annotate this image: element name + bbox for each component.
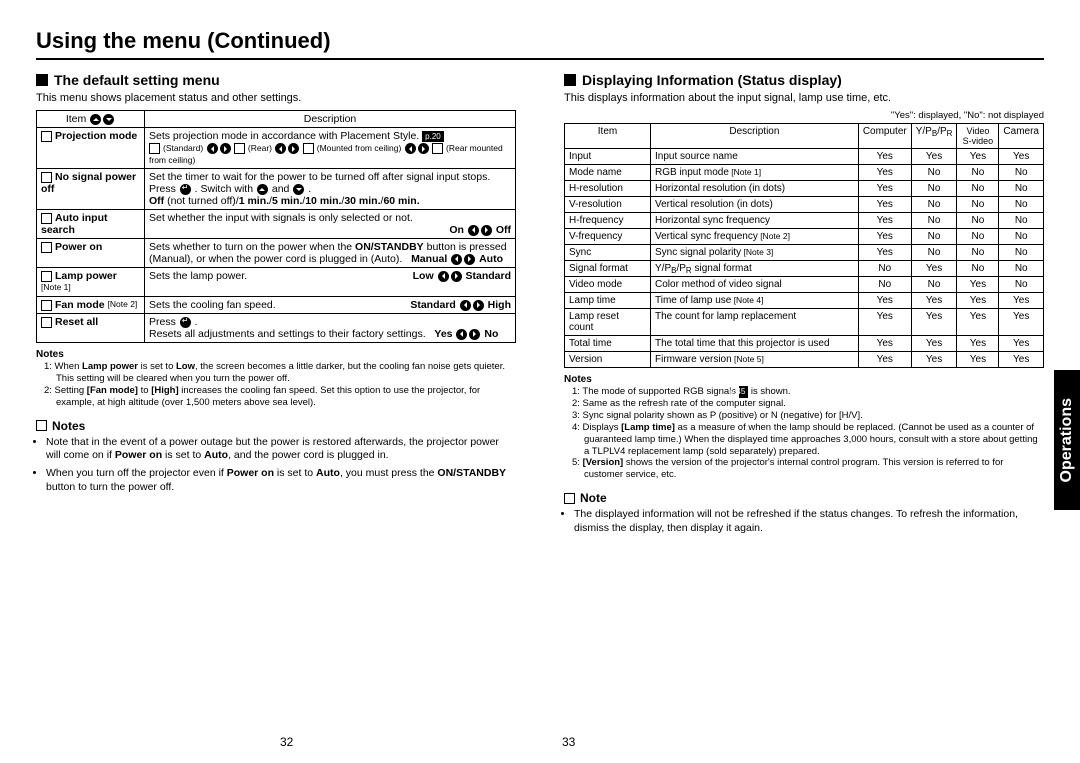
page-title: Using the menu (Continued) [36, 28, 1044, 54]
left-intro: This menu shows placement status and oth… [36, 92, 516, 104]
table-row: V-resolutionVertical resolution (in dots… [565, 197, 1044, 213]
bullets-heading: Notes [36, 419, 516, 433]
page-num-left: 32 [280, 735, 293, 749]
legend: "Yes": displayed, "No": not displayed [564, 110, 1044, 121]
page-num-right: 33 [562, 735, 575, 749]
row-lamp-power: Lamp power [Note 1] Sets the lamp power.… [37, 268, 516, 297]
enter-icon [180, 184, 191, 195]
table-row: Signal formatY/PB/PR signal formatNoYesN… [565, 261, 1044, 277]
left-column: The default setting menu This menu shows… [36, 70, 516, 539]
page-ref-20: p.20 [422, 131, 444, 142]
row-reset-all: Reset all Press . Resets all adjustments… [37, 314, 516, 343]
table-row: SyncSync signal polarity [Note 3]YesNoNo… [565, 245, 1044, 261]
table-row: V-frequencyVertical sync frequency [Note… [565, 229, 1044, 245]
row-auto-input: Auto input search Set whether the input … [37, 210, 516, 239]
row-no-signal: No signal power off Set the timer to wai… [37, 169, 516, 210]
operations-tab: Operations [1054, 370, 1080, 510]
left-bullets: Note that in the event of a power outage… [36, 436, 516, 495]
hr [36, 58, 1044, 60]
table-row: VersionFirmware version [Note 5]YesYesYe… [565, 352, 1044, 368]
row-power-on: Power on Sets whether to turn on the pow… [37, 239, 516, 268]
table-row: H-resolutionHorizontal resolution (in do… [565, 181, 1044, 197]
right-column: Displaying Information (Status display) … [564, 70, 1044, 539]
page-ref-45: p.45 [739, 386, 749, 398]
left-notes-list: 1: When Lamp power is set to Low, the sc… [36, 361, 516, 409]
table-row: Lamp timeTime of lamp use [Note 4]YesYes… [565, 293, 1044, 309]
notes-heading-1: Notes [36, 349, 516, 360]
table-row: Video modeColor method of video signalNo… [565, 277, 1044, 293]
proj-icon [41, 131, 52, 142]
table-row: Lamp reset countThe count for lamp repla… [565, 309, 1044, 336]
right-notes-list: 1: The mode of supported RGB signals p.4… [564, 386, 1044, 481]
th-item: Item [37, 111, 145, 128]
table-row: Mode nameRGB input mode [Note 1]YesNoNoN… [565, 165, 1044, 181]
th-desc: Description [145, 111, 516, 128]
row-projection-mode: Projection mode Sets projection mode in … [37, 128, 516, 169]
table-row: Total timeThe total time that this proje… [565, 336, 1044, 352]
right-note-h: Note [564, 491, 1044, 505]
right-notes-h: Notes [564, 374, 1044, 385]
table-row: H-frequencyHorizontal sync frequencyYesN… [565, 213, 1044, 229]
down-icon [103, 114, 114, 125]
table-row: InputInput source nameYesYesYesYes [565, 149, 1044, 165]
status-display-heading: Displaying Information (Status display) [564, 72, 1044, 88]
right-note-bullet: The displayed information will not be re… [564, 508, 1044, 535]
row-fan-mode: Fan mode [Note 2] Sets the cooling fan s… [37, 297, 516, 314]
status-table: Item Description Computer Y/PB/PR Video … [564, 123, 1044, 368]
right-intro: This displays information about the inpu… [564, 92, 1044, 104]
default-settings-table: Item Description Projection mode Sets pr… [36, 110, 516, 343]
default-menu-heading: The default setting menu [36, 72, 516, 88]
up-icon [90, 114, 101, 125]
